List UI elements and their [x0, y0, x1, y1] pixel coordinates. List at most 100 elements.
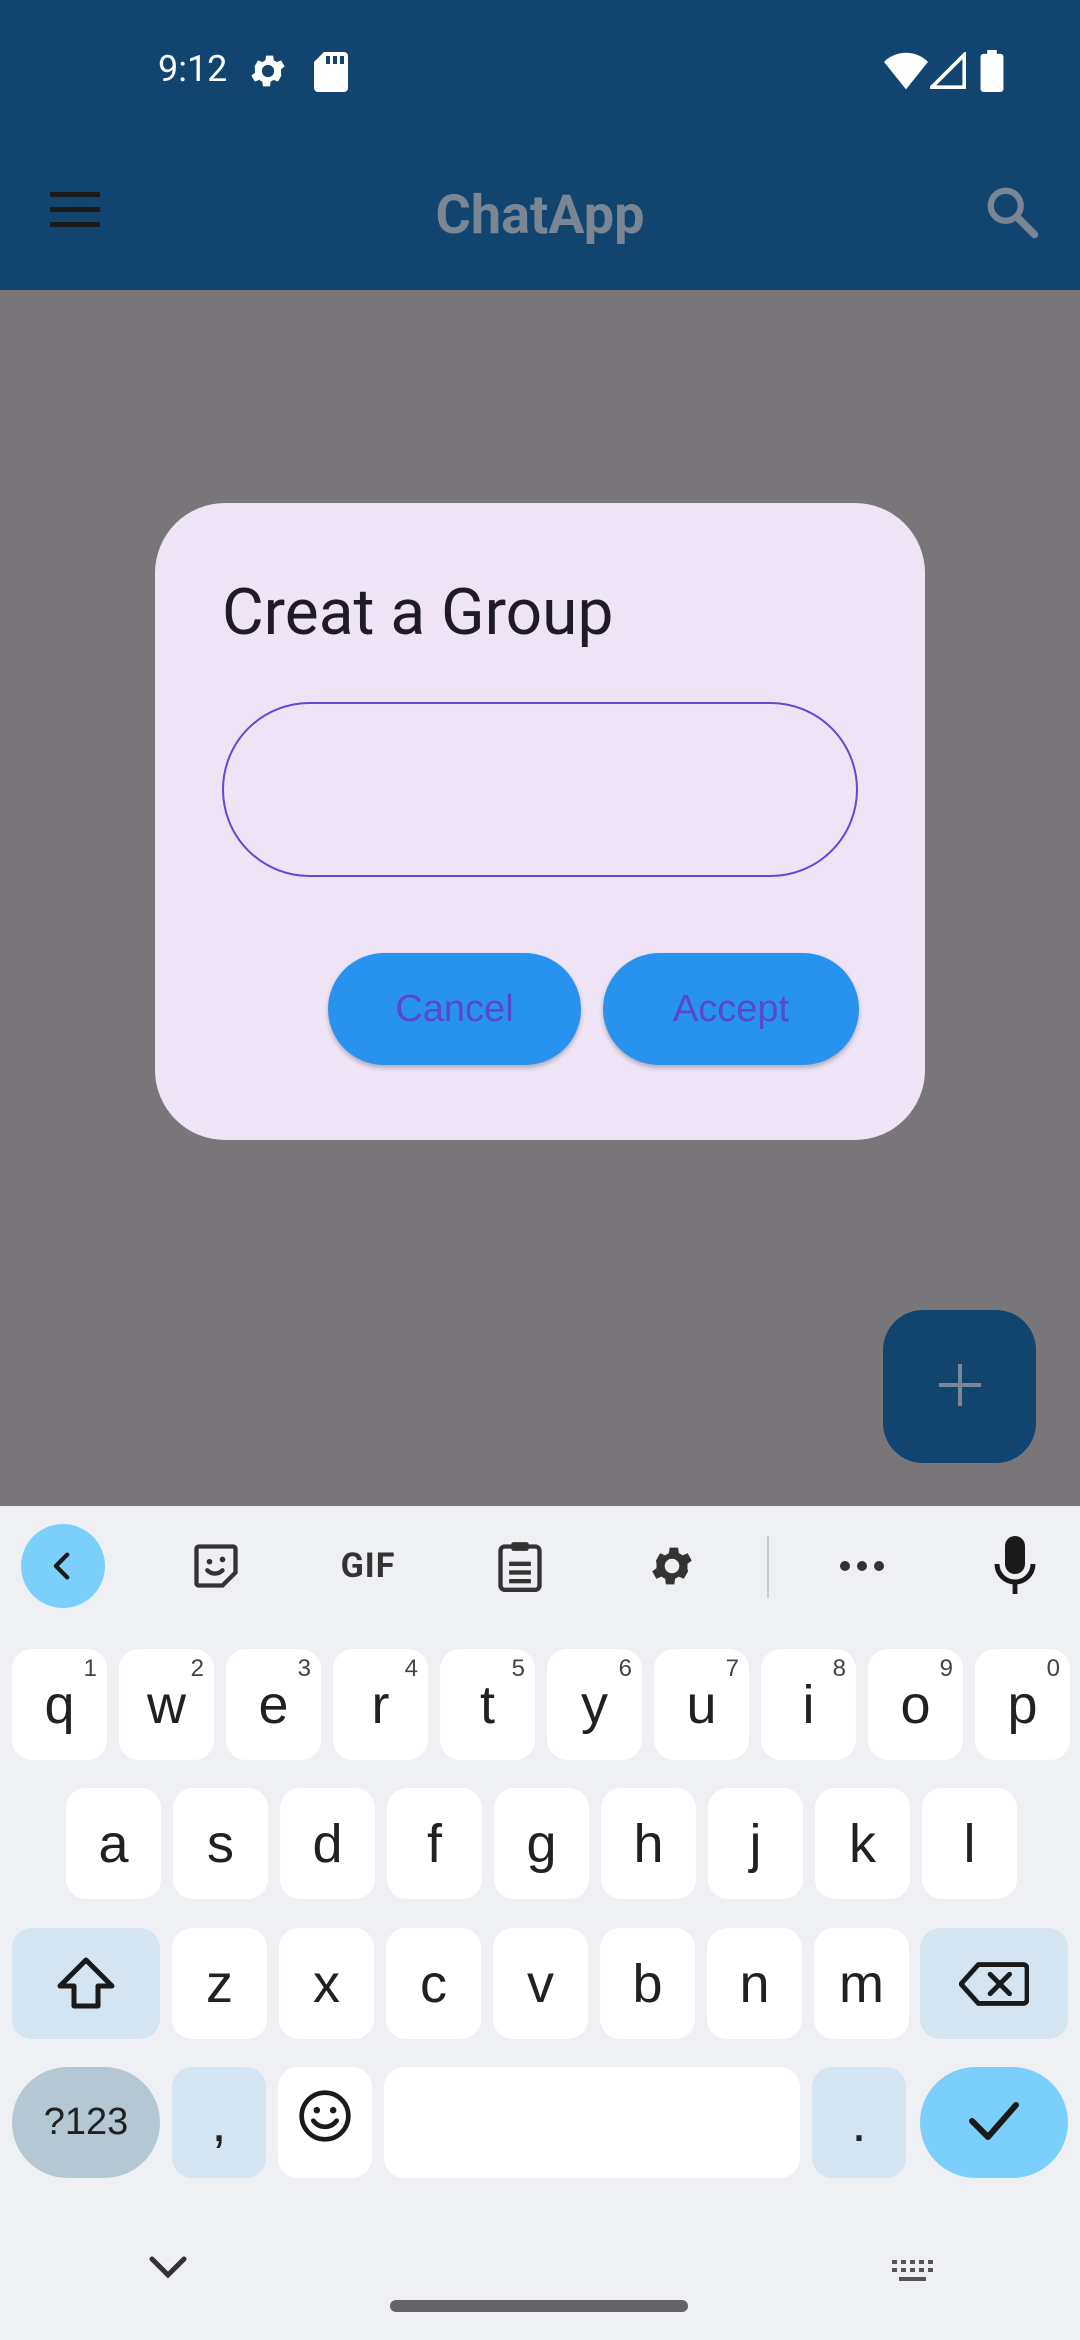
key-m[interactable]: m [814, 1928, 909, 2039]
key-k[interactable]: k [815, 1788, 910, 1899]
key-label: l [963, 1813, 976, 1874]
key-hint: 5 [511, 1655, 525, 1682]
period-key[interactable]: . [812, 2067, 906, 2178]
enter-key[interactable] [920, 2067, 1068, 2178]
settings-icon [247, 50, 289, 96]
key-label: j [749, 1813, 762, 1874]
add-fab-button[interactable] [883, 1310, 1036, 1463]
key-q[interactable]: q1 [12, 1649, 107, 1760]
mic-icon[interactable] [973, 1524, 1057, 1608]
emoji-icon [297, 2088, 353, 2157]
key-label: q [44, 1674, 75, 1735]
key-t[interactable]: t5 [440, 1649, 535, 1760]
key-label: h [633, 1813, 664, 1874]
home-indicator[interactable] [390, 2300, 688, 2312]
settings-icon[interactable] [630, 1524, 714, 1608]
key-h[interactable]: h [601, 1788, 696, 1899]
key-label: f [426, 1813, 442, 1874]
key-s[interactable]: s [173, 1788, 268, 1899]
key-label: n [739, 1953, 770, 2014]
key-e[interactable]: e3 [226, 1649, 321, 1760]
key-a[interactable]: a [66, 1788, 161, 1899]
key-label: i [802, 1674, 815, 1735]
key-label: u [686, 1674, 717, 1735]
key-c[interactable]: c [386, 1928, 481, 2039]
cancel-button[interactable]: Cancel [328, 953, 581, 1065]
group-name-input[interactable] [222, 702, 858, 877]
key-label: d [312, 1813, 343, 1874]
soft-keyboard: GIF ?123 , . q 1 w 2 e 3 r 4 t 5 y 6 u 7… [0, 1506, 1080, 2340]
key-hint: 3 [297, 1655, 311, 1682]
key-label: g [526, 1813, 557, 1874]
app-title: ChatApp [435, 184, 645, 247]
clipboard-icon[interactable] [478, 1524, 562, 1608]
status-bar: 9:12 [0, 0, 1080, 140]
more-icon[interactable] [820, 1524, 904, 1608]
comma-key[interactable]: , [172, 2067, 266, 2178]
dialog-title: Creat a Group [222, 575, 614, 650]
key-j[interactable]: j [708, 1788, 803, 1899]
shift-key[interactable] [12, 1928, 160, 2039]
wifi-icon [884, 52, 928, 94]
key-label: a [98, 1813, 129, 1874]
key-o[interactable]: o9 [868, 1649, 963, 1760]
key-x[interactable]: x [279, 1928, 374, 2039]
sd-card-icon [314, 52, 348, 96]
key-hint: 4 [404, 1655, 418, 1682]
key-z[interactable]: z [172, 1928, 267, 2039]
gif-icon[interactable]: GIF [326, 1524, 410, 1608]
plus-icon [937, 1362, 983, 1412]
key-l[interactable]: l [922, 1788, 1017, 1899]
key-p[interactable]: p0 [975, 1649, 1070, 1760]
key-label: b [632, 1953, 663, 2014]
key-hint: 0 [1046, 1655, 1060, 1682]
key-r[interactable]: r4 [333, 1649, 428, 1760]
key-label: w [147, 1674, 186, 1735]
accept-button[interactable]: Accept [603, 953, 859, 1065]
symbols-key[interactable]: ?123 [12, 2067, 160, 2178]
key-hint: 9 [939, 1655, 953, 1682]
key-hint: 1 [83, 1655, 97, 1682]
key-label: y [581, 1674, 608, 1735]
key-v[interactable]: v [493, 1928, 588, 2039]
key-label: e [258, 1674, 289, 1735]
emoji-key[interactable] [278, 2067, 372, 2178]
sticker-icon[interactable] [174, 1524, 258, 1608]
key-label: m [839, 1953, 884, 2014]
gif-label: GIF [340, 1546, 396, 1586]
back-icon[interactable] [21, 1524, 105, 1608]
key-hint: 6 [618, 1655, 632, 1682]
key-label: k [849, 1813, 876, 1874]
key-label: v [527, 1953, 554, 2014]
hide-keyboard-chevron-icon[interactable] [148, 2255, 188, 2283]
key-i[interactable]: i8 [761, 1649, 856, 1760]
status-time: 9:12 [158, 48, 228, 90]
key-g[interactable]: g [494, 1788, 589, 1899]
keyboard-switch-icon[interactable] [890, 2258, 936, 2292]
search-icon[interactable] [982, 182, 1042, 242]
key-hint: 2 [190, 1655, 204, 1682]
key-b[interactable]: b [600, 1928, 695, 2039]
key-w[interactable]: w2 [119, 1649, 214, 1760]
key-label: t [479, 1674, 495, 1735]
key-d[interactable]: d [280, 1788, 375, 1899]
app-bar: ChatApp [0, 140, 1080, 290]
key-hint: 7 [725, 1655, 739, 1682]
key-n[interactable]: n [707, 1928, 802, 2039]
key-f[interactable]: f [387, 1788, 482, 1899]
create-group-dialog: Creat a Group Cancel Accept [155, 503, 925, 1140]
key-y[interactable]: y6 [547, 1649, 642, 1760]
key-hint: 8 [832, 1655, 846, 1682]
space-key[interactable] [384, 2067, 800, 2178]
backspace-key[interactable] [920, 1928, 1068, 2039]
check-icon [968, 2092, 1020, 2154]
key-u[interactable]: u7 [654, 1649, 749, 1760]
keyboard-toolbar: GIF [0, 1506, 1080, 1626]
key-label: p [1007, 1674, 1038, 1735]
key-label: z [206, 1953, 233, 2014]
key-label: x [313, 1953, 340, 2014]
key-label: s [207, 1813, 234, 1874]
key-label: r [371, 1674, 390, 1735]
toolbar-divider [767, 1536, 769, 1598]
signal-icon [927, 50, 966, 94]
